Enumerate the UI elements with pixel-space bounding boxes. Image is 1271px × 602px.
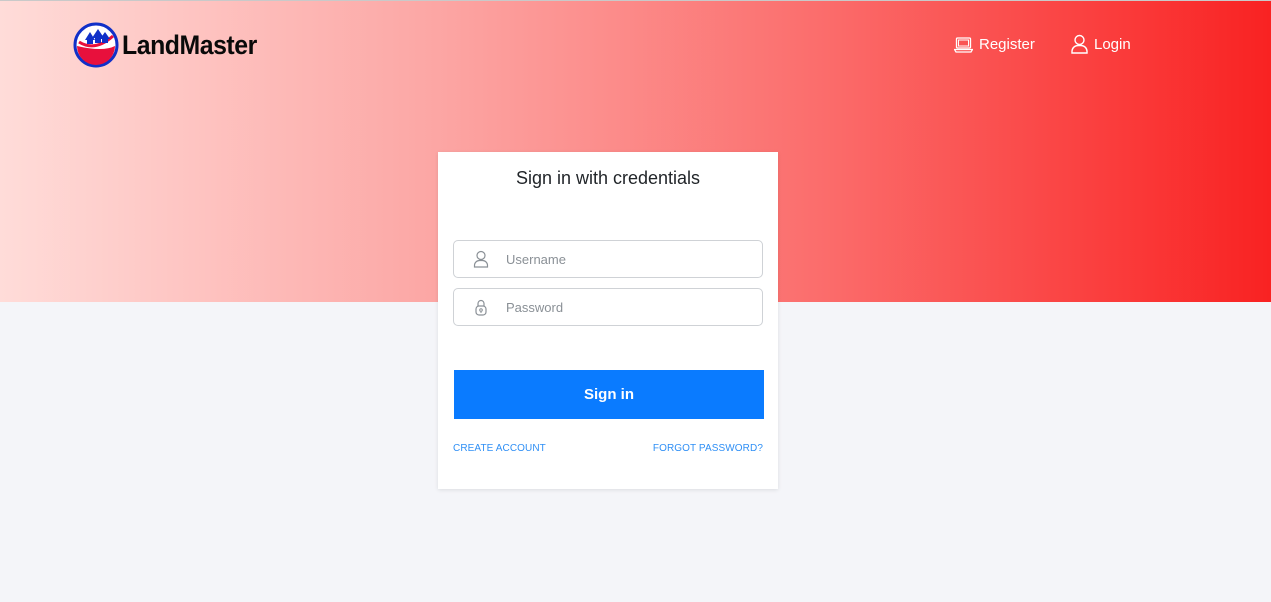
laptop-icon (954, 36, 973, 53)
nav-register-label: Register (979, 35, 1035, 53)
brand-name: LandMaster (122, 29, 257, 60)
lock-icon (475, 299, 487, 316)
forgot-password-link[interactable]: FORGOT PASSWORD? (653, 443, 763, 454)
login-card: Sign in with credentials Sign in CREATE … (438, 152, 778, 489)
password-field[interactable] (453, 288, 763, 326)
username-field[interactable] (453, 240, 763, 278)
login-card-title: Sign in with credentials (515, 168, 701, 188)
sign-in-button[interactable]: Sign in (454, 370, 764, 419)
nav-register-link[interactable]: Register (954, 32, 1035, 56)
house-circle-logo-icon (73, 22, 119, 68)
user-icon (1071, 34, 1088, 54)
create-account-link[interactable]: CREATE ACCOUNT (453, 443, 546, 454)
nav-login-link[interactable]: Login (1071, 32, 1131, 56)
username-input[interactable] (506, 241, 756, 277)
password-input[interactable] (506, 289, 756, 325)
brand-logo-link[interactable]: LandMaster (73, 22, 269, 68)
user-icon (473, 250, 489, 268)
nav-login-label: Login (1094, 35, 1131, 53)
